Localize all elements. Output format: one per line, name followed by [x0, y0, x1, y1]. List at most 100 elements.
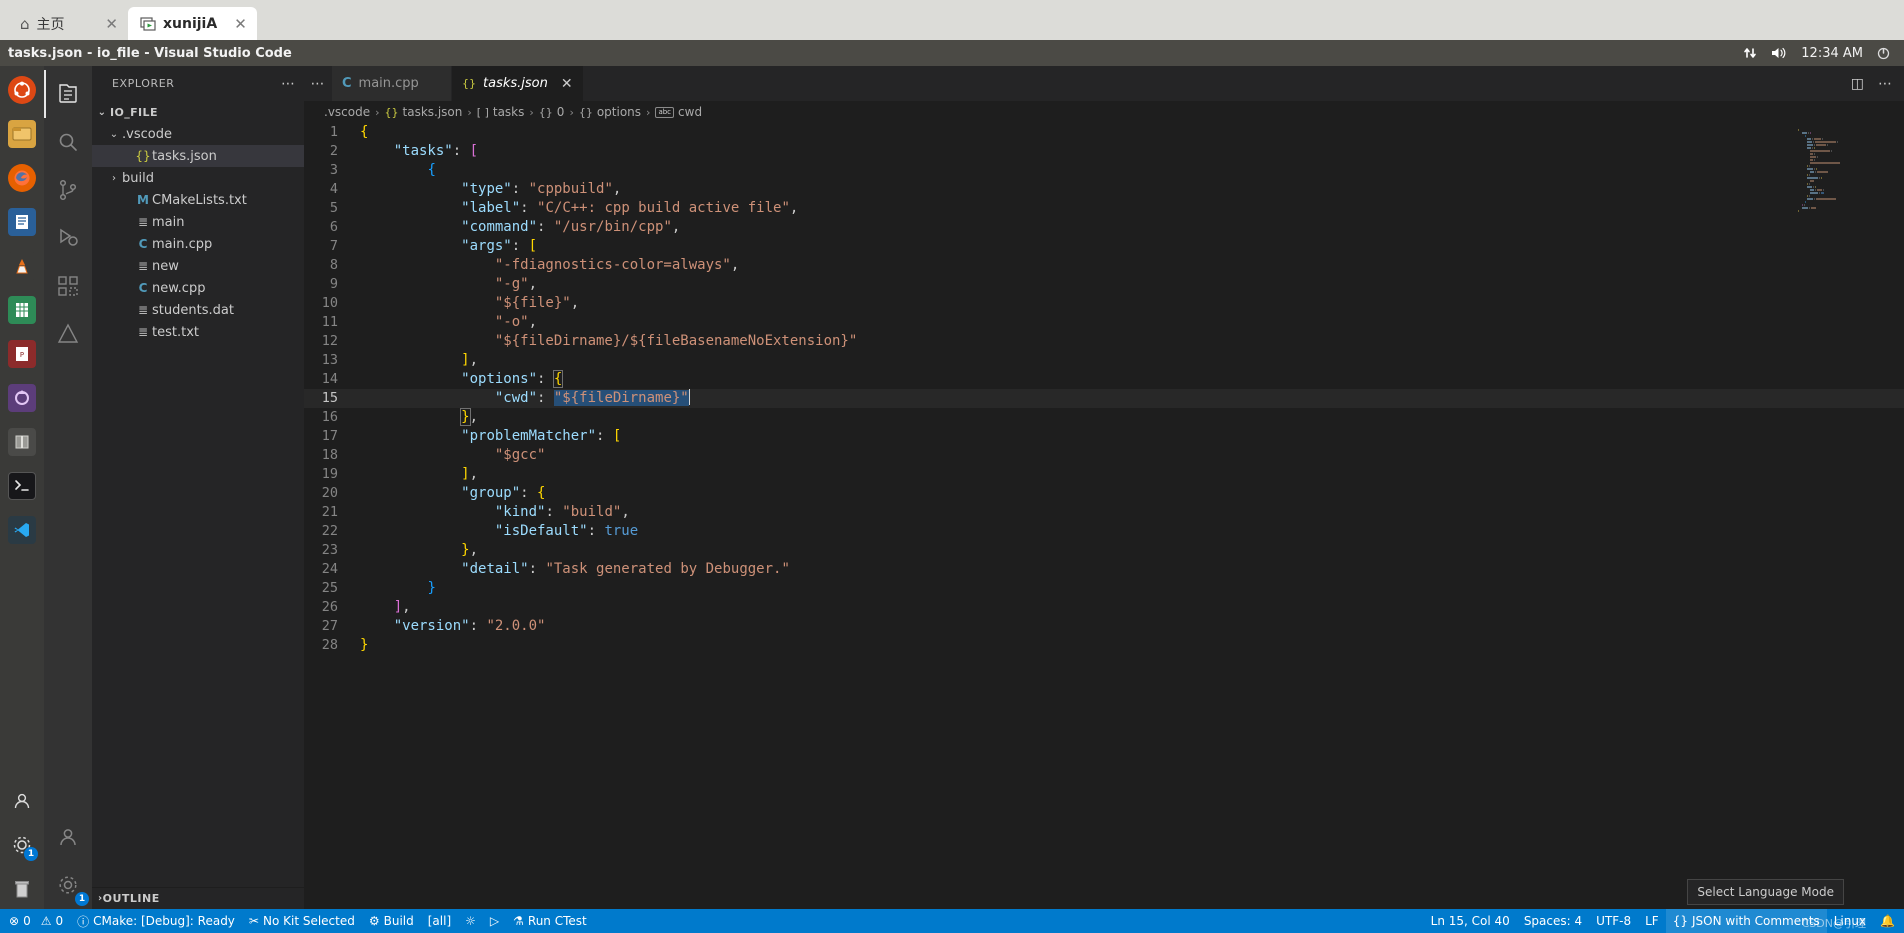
activity-explorer[interactable] [44, 70, 92, 118]
code-line[interactable]: 19 ], [304, 465, 1904, 484]
outline-section[interactable]: › OUTLINE [92, 887, 304, 909]
file-tree-item[interactable]: {}tasks.json [92, 145, 304, 167]
code-line[interactable]: 14 "options": { [304, 370, 1904, 389]
line-number: 20 [304, 484, 360, 503]
dock-item-user-account[interactable] [3, 782, 41, 820]
close-icon[interactable]: ✕ [561, 76, 573, 92]
os-tab-xunijia[interactable]: xunijiA ✕ [128, 7, 257, 40]
code-line[interactable]: 13 ], [304, 351, 1904, 370]
split-editor-icon[interactable]: ◫ [1851, 76, 1864, 92]
code-line[interactable]: 4 "type": "cppbuild", [304, 180, 1904, 199]
breadcrumb-item[interactable]: {}tasks.json [385, 105, 463, 119]
code-line[interactable]: 20 "group": { [304, 484, 1904, 503]
os-tab-home[interactable]: ⌂ 主页 ✕ [8, 7, 128, 40]
activity-source-control[interactable] [44, 166, 92, 214]
code-line[interactable]: 8 "-fdiagnostics-color=always", [304, 256, 1904, 275]
code-lines[interactable]: 1{2 "tasks": [3 {4 "type": "cppbuild",5 … [304, 123, 1904, 909]
file-tree-item[interactable]: ≣students.dat [92, 299, 304, 321]
status-build[interactable]: ⚙ Build [362, 909, 421, 933]
dock-item-ubuntu-dash[interactable] [3, 71, 41, 109]
status-eol[interactable]: LF [1638, 909, 1666, 933]
dock-item-terminal[interactable] [3, 467, 41, 505]
status-problems[interactable]: ⊗ 0 ⚠ 0 [2, 909, 70, 933]
dock-item-calc[interactable] [3, 291, 41, 329]
status-cmake[interactable]: ⓘ CMake: [Debug]: Ready [70, 909, 242, 933]
file-tree-item[interactable]: ›build [92, 167, 304, 189]
activity-accounts[interactable] [44, 813, 92, 861]
status-ctest[interactable]: ⚗ Run CTest [506, 909, 594, 933]
code-line[interactable]: 25 } [304, 579, 1904, 598]
activity-search[interactable] [44, 118, 92, 166]
code-line[interactable]: 2 "tasks": [ [304, 142, 1904, 161]
code-line[interactable]: 6 "command": "/usr/bin/cpp", [304, 218, 1904, 237]
close-icon[interactable]: ✕ [224, 15, 247, 33]
code-line[interactable]: 3 { [304, 161, 1904, 180]
status-indentation[interactable]: Spaces: 4 [1517, 909, 1589, 933]
file-tree-item[interactable]: ≣test.txt [92, 321, 304, 343]
code-line[interactable]: 28} [304, 636, 1904, 655]
activity-extensions[interactable] [44, 262, 92, 310]
code-line[interactable]: 11 "-o", [304, 313, 1904, 332]
dock-item-archive-manager[interactable] [3, 423, 41, 461]
dock-item-trash[interactable] [3, 870, 41, 908]
dock-item-files[interactable] [3, 115, 41, 153]
file-tree-item[interactable]: Cmain.cpp [92, 233, 304, 255]
code-line[interactable]: 26 ], [304, 598, 1904, 617]
code-line[interactable]: 7 "args": [ [304, 237, 1904, 256]
breadcrumb-item[interactable]: {}0 [539, 105, 565, 119]
minimap[interactable] [1798, 129, 1890, 189]
file-tree-item[interactable]: ⌄IO_FILE [92, 101, 304, 123]
code-line[interactable]: 22 "isDefault": true [304, 522, 1904, 541]
dock-item-vscode[interactable] [3, 511, 41, 549]
activity-manage[interactable]: 1 [44, 861, 92, 909]
code-line[interactable]: 27 "version": "2.0.0" [304, 617, 1904, 636]
code-line[interactable]: 23 }, [304, 541, 1904, 560]
code-line[interactable]: 10 "${file}", [304, 294, 1904, 313]
file-tree-item[interactable]: ≣new [92, 255, 304, 277]
code-line[interactable]: 5 "label": "C/C++: cpp build active file… [304, 199, 1904, 218]
file-tree-item[interactable]: Cnew.cpp [92, 277, 304, 299]
code-line[interactable]: 15 "cwd": "${fileDirname}" [304, 389, 1904, 408]
tabs-overflow-icon[interactable]: ⋯ [304, 66, 332, 101]
status-debug-target[interactable]: ☼ [458, 909, 483, 933]
dock-item-software-updater[interactable] [3, 379, 41, 417]
code-line[interactable]: 21 "kind": "build", [304, 503, 1904, 522]
status-encoding[interactable]: UTF-8 [1589, 909, 1638, 933]
power-icon[interactable] [1877, 47, 1890, 60]
status-notifications[interactable]: 🔔 [1873, 909, 1902, 933]
status-cursor-position[interactable]: Ln 15, Col 40 [1424, 909, 1517, 933]
dock-item-writer[interactable] [3, 203, 41, 241]
volume-icon[interactable] [1771, 46, 1787, 60]
file-tree-item[interactable]: MCMakeLists.txt [92, 189, 304, 211]
status-kit[interactable]: ✂ No Kit Selected [242, 909, 362, 933]
dock-item-firefox[interactable] [3, 159, 41, 197]
code-line[interactable]: 24 "detail": "Task generated by Debugger… [304, 560, 1904, 579]
dock-item-vlc[interactable] [3, 247, 41, 285]
code-line[interactable]: 9 "-g", [304, 275, 1904, 294]
file-tree-item[interactable]: ⌄.vscode [92, 123, 304, 145]
breadcrumb-item[interactable]: abccwd [655, 105, 702, 119]
code-line[interactable]: 12 "${fileDirname}/${fileBasenameNoExten… [304, 332, 1904, 351]
breadcrumb-item[interactable]: {}options [579, 105, 641, 119]
editor-tab-tasks-json[interactable]: {} tasks.json ✕ [452, 66, 584, 101]
breadcrumb-item[interactable]: .vscode [324, 105, 370, 119]
code-line[interactable]: 17 "problemMatcher": [ [304, 427, 1904, 446]
activity-run-debug[interactable] [44, 214, 92, 262]
dock-item-settings[interactable]: 1 [3, 826, 41, 864]
breadcrumb-item[interactable]: [ ]tasks [477, 105, 525, 119]
network-updown-icon[interactable] [1743, 46, 1757, 60]
close-icon[interactable]: ✕ [95, 15, 118, 33]
activity-cmake[interactable] [44, 310, 92, 358]
explorer-more-icon[interactable]: ⋯ [281, 76, 296, 92]
code-line[interactable]: 16 }, [304, 408, 1904, 427]
code-line[interactable]: 1{ [304, 123, 1904, 142]
more-actions-icon[interactable]: ⋯ [1878, 76, 1892, 92]
editor-tab-main-cpp[interactable]: C main.cpp [332, 66, 452, 101]
file-tree-item[interactable]: ≣main [92, 211, 304, 233]
dock-item-pdf[interactable]: P [3, 335, 41, 373]
clock[interactable]: 12:34 AM [1801, 46, 1863, 61]
code-line[interactable]: 18 "$gcc" [304, 446, 1904, 465]
status-build-target[interactable]: [all] [421, 909, 458, 933]
code-editor[interactable]: 1{2 "tasks": [3 {4 "type": "cppbuild",5 … [304, 123, 1904, 909]
status-launch[interactable]: ▷ [483, 909, 506, 933]
